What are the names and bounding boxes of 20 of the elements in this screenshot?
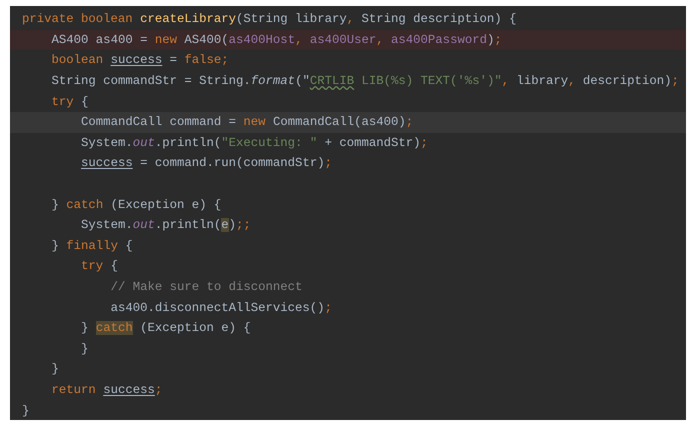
code-line: } catch (Exception e) {	[80, 320, 251, 336]
code-editor[interactable]	[10, 6, 686, 420]
code-line: System.out.println("Executing: " + commandStr);	[80, 134, 428, 151]
code-line: }	[80, 340, 88, 357]
code-line: }	[50, 361, 59, 378]
code-line: CommandCall command = new CommandCall(as400);	[80, 114, 414, 130]
code-line: boolean success = false;	[50, 52, 229, 68]
code-line: // Make sure to disconnect	[110, 279, 302, 296]
code-line: success = command.run(commandStr);	[80, 155, 332, 172]
code-line: } finally {	[50, 238, 133, 254]
code-line: try {	[80, 258, 118, 274]
code-line: AS400 as400 = new AS400(as400Host, as400User, as400Password);	[50, 32, 502, 48]
code-line: return success;	[50, 382, 162, 398]
code-line: System.out.println(e);;	[80, 217, 251, 234]
code-line: try {	[50, 94, 88, 110]
code-line: String commandStr = String.format("CRTLIB LIB(%s) TEXT('%s')", library, description);	[50, 73, 679, 90]
code-line: }	[22, 402, 30, 419]
code-line: private boolean createLibrary(String library, String description) {	[22, 11, 516, 28]
code-line: as400.disconnectAllServices();	[110, 300, 332, 316]
code-line: } catch (Exception e) {	[50, 196, 222, 213]
